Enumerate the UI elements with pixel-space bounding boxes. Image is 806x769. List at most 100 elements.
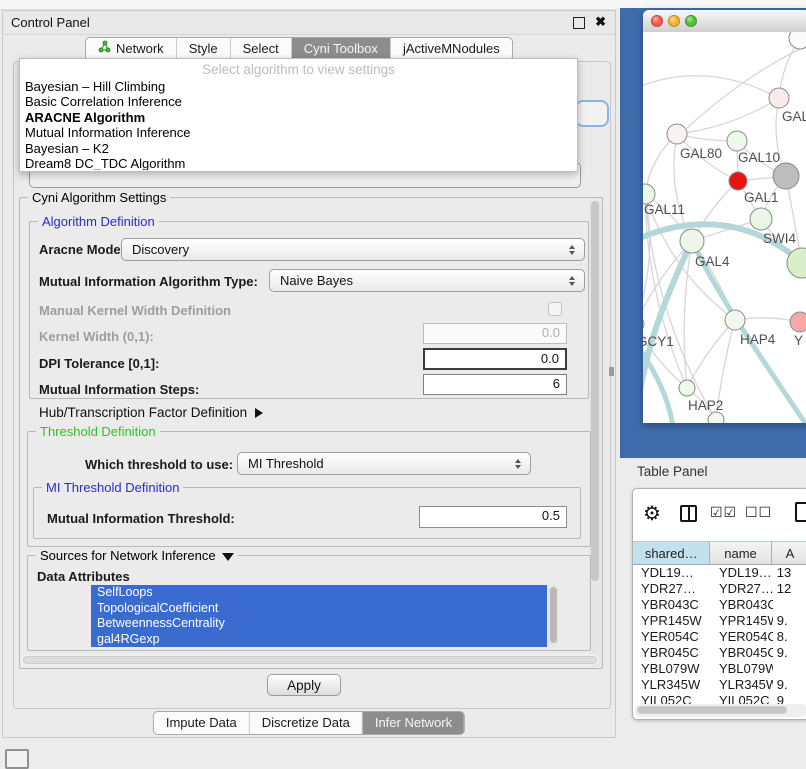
which-threshold-value: MI Threshold (248, 456, 324, 471)
inference-algorithm-combo-fragment[interactable] (575, 100, 609, 127)
tab-impute-data[interactable]: Impute Data (154, 712, 249, 734)
split-column-icon[interactable] (680, 505, 697, 522)
table-cell: YDL19… (633, 565, 711, 581)
mi-type-label: Mutual Information Algorithm Type: (39, 274, 258, 289)
data-attribute-item[interactable]: TopologicalCoefficient (91, 601, 547, 617)
network-window-titlebar[interactable] (643, 10, 806, 33)
tab-label: Style (189, 38, 218, 60)
network-window[interactable]: GALGAL80GAL10GAL1GAL11SWI4GAL4GCY1HAP4YH… (643, 10, 806, 423)
algorithm-option[interactable]: Bayesian – K2 (23, 141, 574, 156)
column-header-shared-name[interactable]: shared… (633, 541, 710, 565)
tab-infer-network[interactable]: Infer Network (362, 712, 464, 734)
network-node-label: SWI4 (763, 231, 796, 246)
unchecked-boxes-icon[interactable]: ☐☐ (745, 504, 772, 521)
column-header-clipped[interactable]: A (772, 541, 806, 565)
tab-network[interactable]: Network (86, 38, 176, 60)
tab-label: Cyni Toolbox (304, 38, 378, 60)
apply-button[interactable]: Apply (267, 674, 341, 696)
cyni-settings-group-title: Cyni Algorithm Settings (28, 190, 170, 205)
data-attribute-item[interactable]: SelfLoops (91, 585, 547, 601)
network-node-node-green-1[interactable] (750, 208, 772, 230)
table-row[interactable]: YBL079WYBL079W (633, 661, 806, 677)
network-icon (98, 38, 111, 60)
data-attribute-item[interactable]: BetweennessCentrality (91, 616, 547, 632)
table-row[interactable]: YLR345WYLR345W9. (633, 677, 806, 693)
gear-icon[interactable]: ⚙ (643, 501, 661, 526)
mi-type-value: Naive Bayes (280, 273, 353, 288)
checked-boxes-icon[interactable]: ☑☑ (710, 504, 737, 521)
kernel-width-field[interactable]: 0.0 (423, 323, 567, 344)
tab-label: jActiveMNodules (403, 38, 500, 60)
network-node-node-salmon[interactable] (790, 312, 806, 332)
table-horizontal-scrollbar-thumb[interactable] (637, 706, 787, 714)
table-cell: 9. (773, 677, 806, 693)
algorithm-dropdown-popup: Select algorithm to view settings Bayesi… (19, 58, 578, 172)
table-cell: 9. (773, 645, 806, 661)
mi-threshold-field[interactable]: 0.5 (419, 506, 567, 528)
table-horizontal-scrollbar[interactable] (635, 704, 806, 717)
tab-cyni-toolbox[interactable]: Cyni Toolbox (291, 38, 390, 60)
algorithm-option[interactable]: Mutual Information Inference (23, 125, 574, 140)
tab-jactivemnodules[interactable]: jActiveMNodules (390, 38, 512, 60)
attributes-scrollbar-thumb[interactable] (550, 587, 557, 643)
data-attribute-item[interactable]: gal4RGexp (91, 632, 547, 648)
data-attributes-list[interactable]: SelfLoopsTopologicalCoefficientBetweenne… (91, 585, 547, 647)
network-node-GAL10[interactable] (727, 131, 747, 151)
which-threshold-select[interactable]: MI Threshold (237, 452, 531, 475)
network-node-node-bottom[interactable] (708, 412, 724, 423)
table-row[interactable]: YBR043CYBR043C (633, 597, 806, 613)
control-panel: Control Panel ✖ Network Style Select Cyni T… (2, 10, 616, 738)
table-row[interactable]: YDL19…YDL19…13 (633, 565, 806, 581)
settings-horizontal-scrollbar-thumb[interactable] (23, 656, 597, 664)
tab-discretize-data[interactable]: Discretize Data (249, 712, 362, 734)
table-row[interactable]: YER054CYER054C8. (633, 629, 806, 645)
network-node-GAL1[interactable] (729, 172, 747, 190)
algorithm-option[interactable]: ARACNE Algorithm (23, 110, 574, 125)
settings-vertical-scrollbar-thumb[interactable] (591, 201, 599, 581)
zoom-window-icon[interactable] (685, 15, 697, 27)
dpi-tolerance-field[interactable]: 0.0 (423, 348, 567, 370)
algorithm-option[interactable]: Basic Correlation Inference (23, 94, 574, 109)
aracne-mode-select[interactable]: Discovery (121, 238, 585, 261)
collapsed-arrow-icon (255, 408, 263, 418)
network-node-HAP4[interactable] (725, 310, 745, 330)
tab-label: Network (116, 38, 164, 60)
network-node-GAL4[interactable] (680, 229, 704, 253)
hub-definition-toggle[interactable]: Hub/Transcription Factor Definition (39, 405, 263, 420)
minimized-panel-icon[interactable] (5, 749, 29, 769)
float-window-icon[interactable] (573, 17, 585, 29)
mi-steps-field[interactable]: 6 (423, 374, 567, 395)
settings-horizontal-scrollbar[interactable] (21, 654, 599, 665)
algorithm-option[interactable]: Dream8 DC_TDC Algorithm (23, 156, 574, 170)
table-cell: YPR145W (633, 613, 711, 629)
sources-group-title[interactable]: Sources for Network Inference (36, 548, 238, 563)
network-node-HAP2[interactable] (679, 380, 695, 396)
mi-type-select[interactable]: Naive Bayes (269, 269, 585, 292)
data-attributes-label: Data Attributes (37, 569, 130, 584)
split-divider-grip[interactable] (609, 367, 614, 376)
attributes-scrollbar[interactable] (548, 585, 559, 647)
network-node-node-gray[interactable] (773, 163, 799, 189)
expanded-arrow-icon (222, 553, 234, 561)
network-node-label: GAL80 (680, 146, 722, 161)
table-row[interactable]: YBR045CYBR045C9. (633, 645, 806, 661)
minimize-window-icon[interactable] (668, 15, 680, 27)
table-row[interactable]: YPR145WYPR145W9. (633, 613, 806, 629)
table-row[interactable]: YDR27…YDR27…12 (633, 581, 806, 597)
network-node-GAL11[interactable] (643, 184, 655, 204)
close-icon[interactable]: ✖ (595, 14, 606, 30)
network-node-GCY1[interactable] (643, 315, 644, 333)
network-node-GAL[interactable] (769, 88, 789, 108)
algorithm-option[interactable]: Bayesian – Hill Climbing (23, 79, 574, 94)
close-window-icon[interactable] (651, 15, 663, 27)
network-node-label: GAL1 (744, 190, 779, 205)
document-icon[interactable] (795, 502, 806, 522)
column-header-name[interactable]: name (710, 541, 771, 565)
control-panel-title: Control Panel (11, 15, 90, 30)
network-view-canvas[interactable]: GALGAL80GAL10GAL1GAL11SWI4GAL4GCY1HAP4YH… (643, 32, 806, 423)
tab-style[interactable]: Style (176, 38, 230, 60)
network-node-GAL80[interactable] (667, 124, 687, 144)
tab-select[interactable]: Select (230, 38, 291, 60)
manual-kernel-checkbox[interactable] (548, 302, 562, 316)
network-node-node-top[interactable] (789, 32, 806, 49)
